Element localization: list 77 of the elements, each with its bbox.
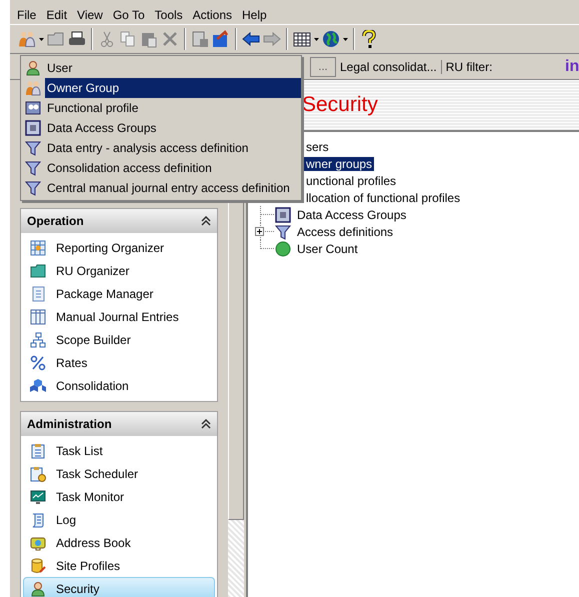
tree-item[interactable]: Data Access Groups <box>295 208 408 222</box>
tree-item[interactable]: unctional profiles <box>304 174 398 188</box>
sidebar-item[interactable]: Package Manager <box>23 282 215 305</box>
back-arrow-icon[interactable] <box>242 30 260 48</box>
tree-item[interactable]: wner groups <box>304 156 374 170</box>
scope-label: Legal consolidat... <box>340 60 442 74</box>
folder-icon <box>30 262 46 278</box>
caret-icon[interactable] <box>343 38 348 40</box>
safe-icon <box>25 120 41 136</box>
panel-title: Administration <box>27 417 112 431</box>
menu-item[interactable]: Edit <box>41 8 72 22</box>
sidebar-item[interactable]: Security <box>23 577 215 597</box>
panel-header[interactable]: Operation <box>21 209 217 233</box>
menu-item[interactable]: Owner Group <box>45 78 301 98</box>
sidebar-item[interactable]: Task List <box>23 439 215 462</box>
sidebar-item[interactable]: RU Organizer <box>23 259 215 282</box>
sidebar-item[interactable]: Consolidation <box>23 374 215 397</box>
sidebar-item[interactable]: Scope Builder <box>23 328 215 351</box>
cylinder-icon <box>30 558 46 574</box>
tree-item[interactable]: llocation of functional profiles <box>304 190 462 204</box>
expand-icon[interactable] <box>255 227 264 236</box>
document-icon <box>30 286 46 302</box>
table-icon <box>30 240 46 256</box>
ru-filter-label: RU filter: <box>446 60 494 74</box>
menu-item[interactable]: Actions <box>188 8 238 22</box>
scroll-icon <box>30 512 46 528</box>
page-title: Security <box>302 93 378 117</box>
collapse-chevron-icon[interactable] <box>201 216 211 226</box>
tree-item[interactable]: User Count <box>295 242 360 256</box>
menu-item[interactable]: File <box>12 8 42 22</box>
percent-icon <box>30 354 46 370</box>
globe-icon[interactable] <box>322 30 340 48</box>
caret-icon[interactable] <box>314 38 319 40</box>
sidebar-item[interactable]: Address Book <box>23 531 215 554</box>
caret-icon[interactable] <box>39 38 44 40</box>
funnel-icon <box>25 160 41 176</box>
safe-icon <box>274 206 292 222</box>
cut-off-text: in <box>565 58 579 76</box>
funnel-icon <box>25 180 41 196</box>
hierarchy-icon <box>30 332 46 348</box>
menu-item[interactable]: Tools <box>150 8 188 22</box>
tree-item[interactable]: sers <box>304 140 331 154</box>
sidebar-item[interactable]: Rates <box>23 351 215 374</box>
menu-item[interactable]: Functional profile <box>45 98 301 118</box>
circle-icon <box>274 240 292 256</box>
sidebar-item[interactable]: Log <box>23 508 215 531</box>
menu-item[interactable]: Data Access Groups <box>45 118 301 138</box>
printer-icon[interactable] <box>68 30 86 48</box>
help-question-icon[interactable] <box>360 30 378 48</box>
columns-icon <box>30 308 46 324</box>
menu-item[interactable]: Central manual journal entry access definition <box>45 178 301 198</box>
person-icon <box>25 60 41 76</box>
clipboard-icon <box>30 442 46 458</box>
menu-item[interactable]: View <box>72 8 108 22</box>
sidebar-item[interactable]: Reporting Organizer <box>23 236 215 259</box>
tree-item[interactable]: Access definitions <box>295 224 396 238</box>
funnel-icon <box>25 140 41 156</box>
funnel-icon <box>274 224 292 240</box>
person-icon <box>30 580 46 596</box>
sidebar-item[interactable]: Task Scheduler <box>23 462 215 485</box>
cubes-icon <box>30 378 46 394</box>
sidebar-item[interactable]: Manual Journal Entries <box>23 305 215 328</box>
panel-title: Operation <box>27 214 84 228</box>
menu-item[interactable]: User <box>45 58 301 78</box>
monitor-icon <box>30 488 46 504</box>
menu-item[interactable]: Help <box>237 8 272 22</box>
collapse-chevron-icon[interactable] <box>201 419 211 429</box>
clipboard-clock-icon <box>30 466 46 482</box>
menu-item[interactable]: Go To <box>108 8 150 22</box>
menu-item[interactable]: Consolidation access definition <box>45 158 301 178</box>
sidebar-item[interactable]: Task Monitor <box>23 485 215 508</box>
sidebar-item[interactable]: Site Profiles <box>23 554 215 577</box>
menu-item[interactable]: Data entry - analysis access definition <box>45 138 301 158</box>
browse-button[interactable]: ... <box>310 56 336 76</box>
table-icon[interactable] <box>293 30 311 48</box>
people-icon <box>25 80 41 96</box>
panel-header[interactable]: Administration <box>21 412 217 436</box>
